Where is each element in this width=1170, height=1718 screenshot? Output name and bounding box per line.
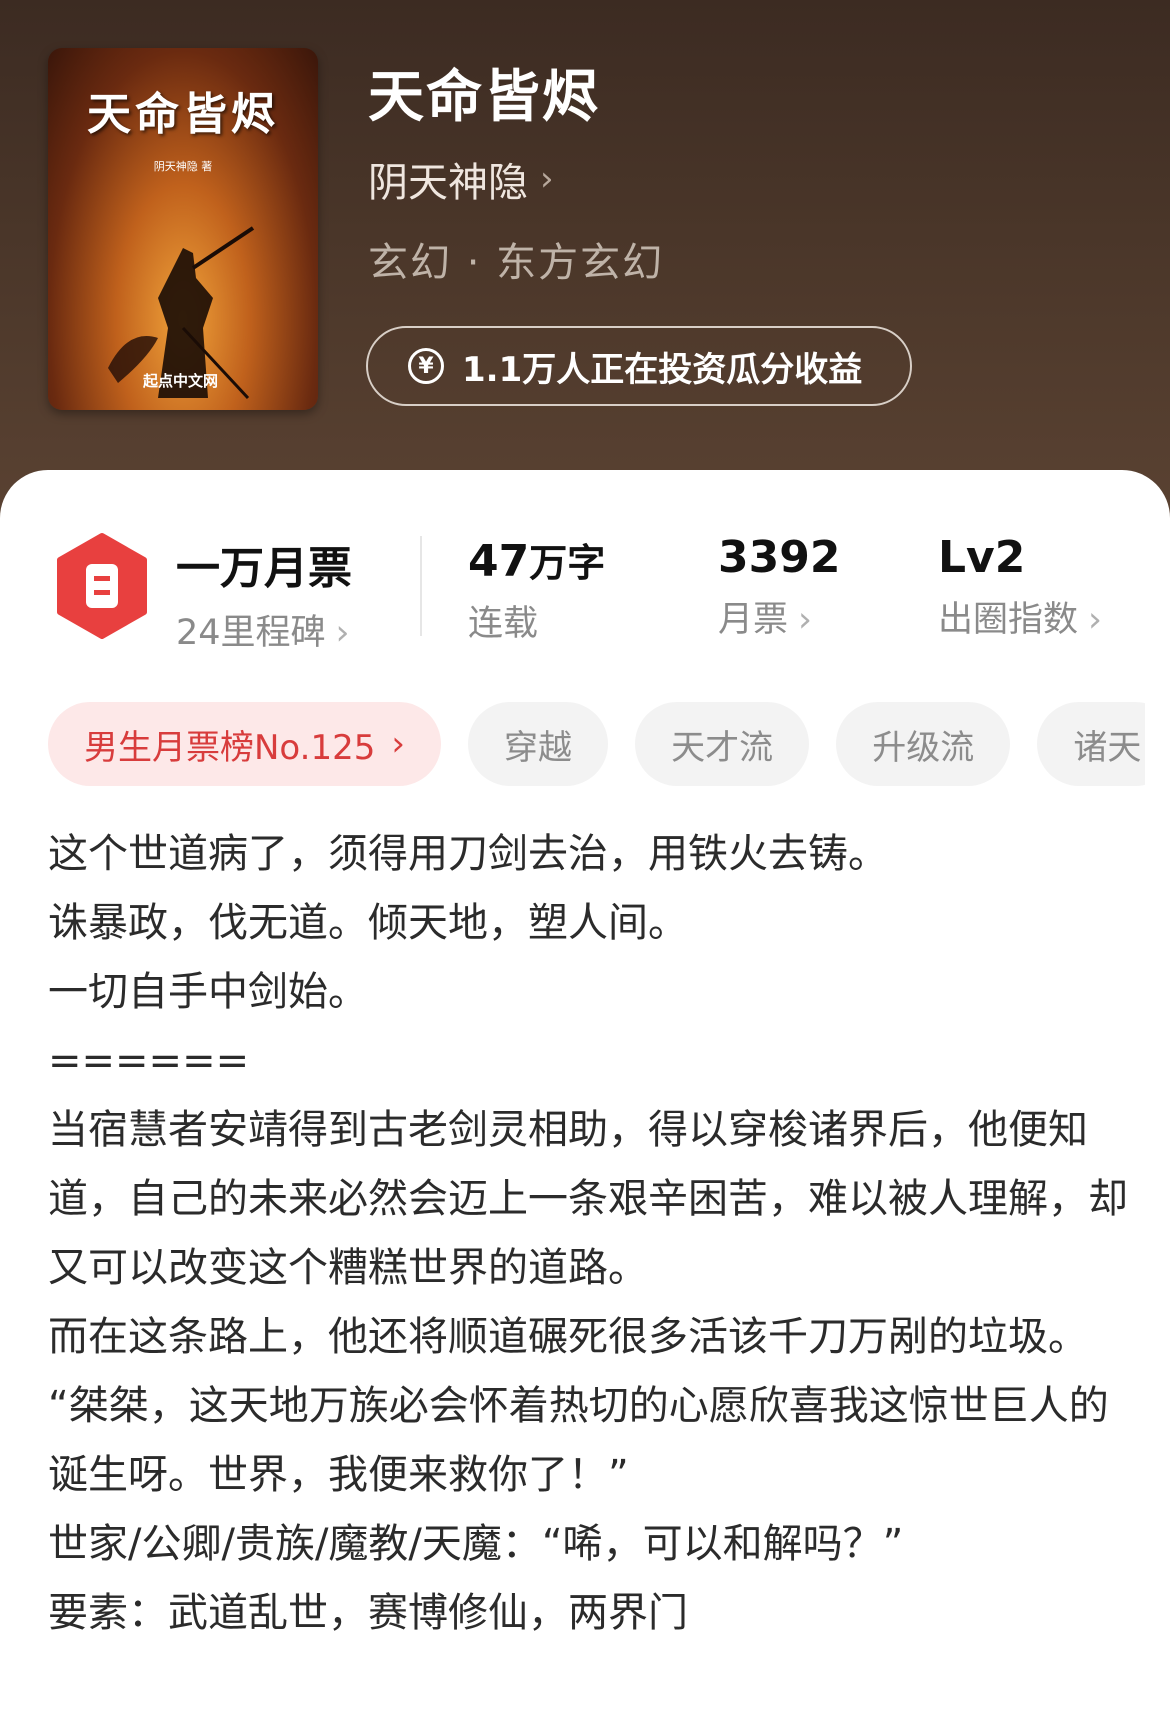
book-header: 天命皆烬 阴天神隐 著 起点中文网 天命皆烬 阴天神隐 › 玄幻 · 东方玄幻 … — [0, 0, 1170, 520]
description-line: 一切自手中剑始。 — [48, 969, 368, 1015]
book-description[interactable]: 这个世道病了，须得用刀剑去治，用铁火去铸。 诛暴政，伐无道。倾天地，塑人间。 一… — [48, 820, 1128, 1648]
hexagon-badge-icon — [57, 533, 147, 639]
chevron-right-icon: › — [540, 159, 554, 199]
book-cover[interactable]: 天命皆烬 阴天神隐 著 起点中文网 — [48, 48, 318, 410]
cover-author: 阴天神隐 著 — [153, 160, 213, 173]
stat-monthly-votes[interactable]: 3392 月票 › — [718, 532, 840, 642]
tag-item[interactable]: 升级流 — [836, 702, 1011, 786]
description-line: 诛暴政，伐无道。倾天地，塑人间。 — [48, 900, 688, 946]
chevron-right-icon: › — [335, 613, 350, 653]
author-name: 阴天神隐 — [368, 160, 528, 206]
monthly-votes-value: 3392 — [718, 532, 841, 583]
description-line: 要素：武道乱世，赛博修仙，两界门 — [48, 1590, 688, 1636]
tag-list: 男生月票榜No.125 › 穿越 天才流 升级流 诸天 — [48, 702, 1145, 786]
tag-item[interactable]: 穿越 — [468, 702, 609, 786]
yen-icon: ¥ — [408, 348, 444, 384]
stats-row: 一万月票 24里程碑 › 47万字 连载 3392 月票 › Lv2 出圈指数 › — [0, 532, 1170, 662]
tag-item[interactable]: 天才流 — [635, 702, 810, 786]
tag-item[interactable]: 诸天 — [1037, 702, 1145, 786]
description-line: 当宿慧者安靖得到古老剑灵相助，得以穿梭诸界后，他便知道，自己的未来必然会迈上一条… — [48, 1107, 1128, 1291]
chevron-right-icon: › — [1088, 600, 1103, 640]
chevron-right-icon: › — [391, 724, 405, 764]
description-line: 这个世道病了，须得用刀剑去治，用铁火去铸。 — [48, 831, 888, 877]
words-label: 连载 — [468, 604, 539, 644]
stat-words: 47万字 连载 — [468, 532, 605, 646]
stat-milestone[interactable]: 一万月票 24里程碑 › — [176, 532, 352, 655]
book-genre: 玄幻 · 东方玄幻 — [368, 240, 665, 286]
stat-level[interactable]: Lv2 出圈指数 › — [938, 532, 1102, 642]
invest-label: 1.1万人正在投资瓜分收益 — [462, 349, 863, 390]
chevron-right-icon: › — [798, 600, 813, 640]
invest-button[interactable]: ¥ 1.1万人正在投资瓜分收益 — [366, 326, 912, 406]
milestone-label: 24里程碑 › — [176, 613, 350, 653]
stats-divider — [420, 536, 422, 636]
cover-publisher: 起点中文网 — [143, 372, 219, 390]
milestone-value: 一万月票 — [176, 543, 352, 594]
words-value: 47万字 — [468, 536, 606, 587]
book-title: 天命皆烬 — [368, 65, 600, 130]
description-line: ====== — [48, 1038, 250, 1084]
cover-title: 天命皆烬 — [87, 89, 279, 140]
description-line: 世家/公卿/贵族/魔教/天魔：“唏，可以和解吗？” — [48, 1521, 904, 1567]
description-line: “桀桀，这天地万族必会怀着热切的心愿欣喜我这惊世巨人的诞生呀。世界，我便来救你了… — [48, 1383, 1109, 1498]
level-label: 出圈指数 › — [938, 600, 1103, 640]
author-link[interactable]: 阴天神隐 › — [368, 150, 554, 208]
monthly-votes-label: 月票 › — [718, 600, 813, 640]
tag-rank[interactable]: 男生月票榜No.125 › — [48, 702, 441, 786]
level-value: Lv2 — [938, 532, 1026, 583]
description-line: 而在这条路上，他还将顺道碾死很多活该千刀万剐的垃圾。 — [48, 1314, 1088, 1360]
